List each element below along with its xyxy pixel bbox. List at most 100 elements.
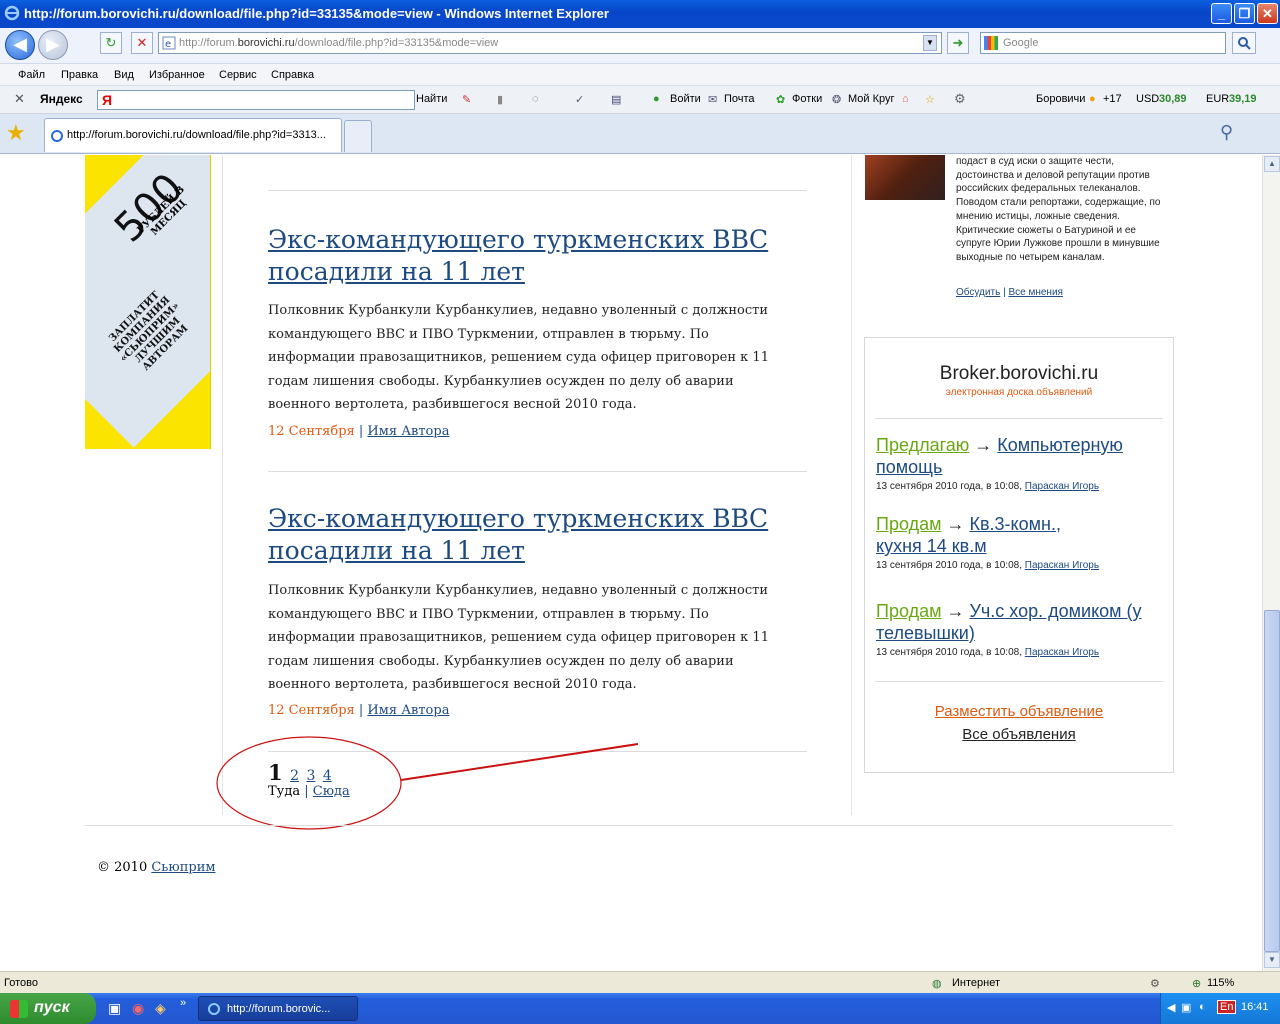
ad-verb[interactable]: Продам	[876, 601, 941, 621]
ad-author[interactable]: Параскан Игорь	[1025, 481, 1099, 492]
volume-icon[interactable]: ◐	[1199, 1001, 1206, 1013]
article-meta: 12 Сентября | Имя Автора	[268, 424, 449, 439]
vertical-scrollbar[interactable]: ▲ ▼	[1262, 155, 1280, 971]
quicklaunch-desktop-icon[interactable]: ▣	[108, 1000, 121, 1017]
quicklaunch-more-icon[interactable]: »	[180, 997, 186, 1009]
language-indicator[interactable]: En	[1217, 1000, 1237, 1014]
ad-verb[interactable]: Предлагаю	[876, 435, 969, 455]
ad-author[interactable]: Параскан Игорь	[1025, 647, 1099, 658]
yandex-login[interactable]: Войти	[670, 93, 701, 105]
new-tab-button[interactable]	[344, 120, 372, 152]
usd-rate[interactable]: 30,89	[1159, 93, 1187, 105]
quicklaunch-app-icon[interactable]: ◈	[155, 1000, 166, 1017]
scroll-down-icon[interactable]: ▼	[1264, 952, 1280, 968]
zoom-icon: ⊕	[1192, 978, 1202, 990]
eur-rate[interactable]: 39,19	[1229, 93, 1257, 105]
search-input[interactable]: Google	[980, 32, 1226, 54]
all-ads-link[interactable]: Все объявления	[865, 726, 1173, 743]
protected-mode-icon[interactable]: ⚙	[1150, 977, 1160, 990]
ad-verb[interactable]: Продам	[876, 514, 941, 534]
maximize-button[interactable]: ❐	[1234, 3, 1255, 24]
yandex-photos[interactable]: Фотки	[792, 93, 822, 105]
menu-view[interactable]: Вид	[114, 69, 134, 81]
discuss-link[interactable]: Обсудить	[956, 287, 1000, 298]
spell-icon[interactable]: ✓	[575, 93, 584, 106]
ad-item: Продам → Уч.с хор. домиком (у телевышки)…	[876, 600, 1166, 658]
tab-current[interactable]: http://forum.borovichi.ru/download/file.…	[44, 118, 342, 152]
refresh-button[interactable]: ↻	[100, 32, 122, 54]
menu-edit[interactable]: Правка	[61, 69, 98, 81]
article-author[interactable]: Имя Автора	[367, 424, 449, 439]
usd-label: USD	[1136, 93, 1160, 105]
all-opinions-link[interactable]: Все мнения	[1008, 287, 1063, 298]
zoom-level[interactable]: 115%	[1207, 977, 1234, 989]
menu-file[interactable]: Файл	[18, 69, 45, 81]
post-ad-link[interactable]: Разместить объявление	[865, 703, 1173, 720]
address-text: http://forum.borovichi.ru/download/file.…	[179, 37, 499, 49]
stop-button[interactable]: ✕	[131, 32, 153, 54]
yandex-circle[interactable]: Мой Круг	[848, 93, 895, 105]
clock[interactable]: 16:41	[1241, 1001, 1269, 1013]
broker-title[interactable]: Broker.borovichi.ru	[865, 363, 1173, 385]
yandex-mail[interactable]: Почта	[724, 93, 755, 105]
sun-icon: ●	[1089, 93, 1096, 105]
yandex-find-button[interactable]: Найти	[416, 93, 447, 105]
close-button[interactable]: ✕	[1257, 3, 1278, 24]
house-icon[interactable]: ⌂	[902, 93, 909, 105]
article-title[interactable]: Экс-командующего туркменских ВВС посадил…	[268, 224, 788, 288]
forward-button[interactable]: ▶	[38, 30, 68, 60]
network-icon[interactable]: ▣	[1181, 1001, 1191, 1014]
taskbar-ie-window[interactable]: http://forum.borovic...	[198, 996, 358, 1021]
chat-icon[interactable]: ◌	[532, 93, 539, 105]
scroll-thumb[interactable]	[1264, 610, 1280, 952]
signal-icon[interactable]: ▮	[497, 93, 503, 106]
start-button[interactable]: пуск	[0, 993, 96, 1024]
menu-favorites[interactable]: Избранное	[149, 69, 205, 81]
back-button[interactable]: ◀	[5, 30, 35, 60]
address-dropdown-icon[interactable]: ▼	[923, 35, 937, 51]
translate-icon[interactable]: ▤	[611, 93, 621, 106]
google-icon	[984, 36, 998, 50]
svg-text:e: e	[165, 39, 171, 50]
settings-gear-icon[interactable]: ⚙	[954, 91, 966, 107]
star-icon[interactable]: ☆	[925, 93, 935, 106]
circle-icon: ❂	[832, 94, 842, 106]
go-button[interactable]: ➜	[947, 32, 969, 54]
address-bar[interactable]: e http://forum.borovichi.ru/download/fil…	[158, 32, 942, 54]
news-separator: |	[1003, 287, 1006, 298]
tab-title: http://forum.borovichi.ru/download/file.…	[67, 129, 326, 141]
globe-icon: ◍	[932, 978, 942, 990]
toolbar-close-icon[interactable]: ✕	[14, 91, 25, 107]
city-name[interactable]: Боровичи	[1036, 93, 1085, 105]
security-zone[interactable]: Интернет	[952, 977, 1000, 989]
article-body: Полковник Курбанкули Курбанкулиев, недав…	[268, 303, 769, 412]
article-title[interactable]: Экс-командующего туркменских ВВС посадил…	[268, 503, 788, 567]
mail-icon: ✉	[708, 94, 718, 106]
search-placeholder: Google	[1003, 37, 1039, 49]
news-photo[interactable]	[865, 155, 945, 200]
tray-expand-icon[interactable]: ◀	[1167, 1001, 1175, 1014]
status-bar: Готово ◍ Интернет ⚙ ⊕ 115%	[0, 971, 1280, 993]
pen-icon[interactable]: ✎	[462, 93, 471, 106]
menu-help[interactable]: Справка	[271, 69, 314, 81]
yandex-logo[interactable]: Яндекс	[40, 92, 83, 106]
ad-author[interactable]: Параскан Игорь	[1025, 560, 1099, 571]
broker-widget: Broker.borovichi.ru электронная доска об…	[864, 337, 1174, 773]
search-button[interactable]	[1232, 32, 1256, 54]
quicklaunch-browser-icon[interactable]: ◉	[132, 1000, 144, 1017]
page-tools-icon[interactable]: ⚲	[1220, 122, 1233, 143]
menu-tools[interactable]: Сервис	[219, 69, 257, 81]
annotation-overlay	[216, 736, 639, 830]
advertisement-banner[interactable]: 500 РУБЛЕЙ В МЕСЯЦ ЗАПЛАТИТ КОМПАНИЯ «СЬ…	[85, 155, 211, 449]
scroll-up-icon[interactable]: ▲	[1264, 156, 1280, 172]
menu-bar: Файл Правка Вид Избранное Сервис Справка	[0, 64, 1280, 86]
column-divider	[222, 155, 223, 815]
minimize-button[interactable]: _	[1211, 3, 1232, 24]
article-author[interactable]: Имя Автора	[367, 703, 449, 718]
yandex-search-input[interactable]: Я	[97, 90, 415, 110]
temperature: +17	[1103, 93, 1122, 105]
favorites-star-icon[interactable]: ★	[6, 120, 26, 146]
system-tray: ◀ ▣ ◐ En 16:41	[1160, 993, 1280, 1024]
status-text: Готово	[4, 977, 38, 989]
brand-link[interactable]: Сьюприм	[151, 860, 215, 875]
